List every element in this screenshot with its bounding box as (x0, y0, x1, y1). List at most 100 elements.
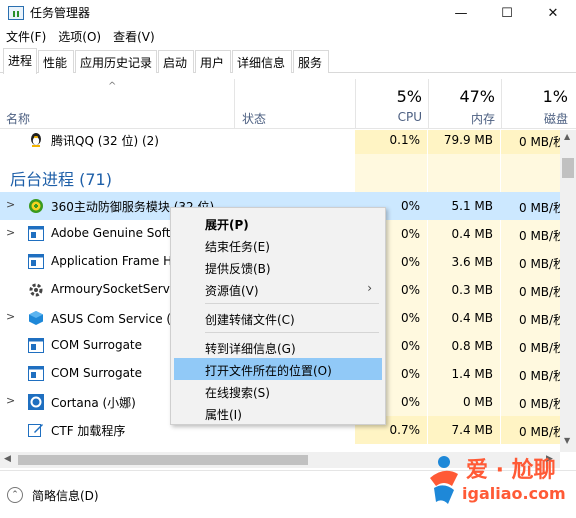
disk-cell: 0 MB/秒 (501, 416, 560, 444)
menu-item-end-task[interactable]: 结束任务(E) (174, 234, 382, 256)
menu-item-properties[interactable]: 属性(I) (174, 402, 382, 424)
group-header: 后台进程 (71) (0, 154, 560, 192)
app-window-icon (28, 226, 44, 241)
chevron-up-icon[interactable]: ⌃ (7, 487, 23, 503)
process-name: 腾讯QQ (32 位) (2) (51, 134, 159, 148)
watermark-brand: 爱 · 尬聊 (466, 458, 556, 483)
ctf-icon (28, 422, 44, 437)
menu-item-label: 资源值(V) (205, 284, 259, 298)
disk-cell: 0 MB/秒 (501, 276, 560, 304)
disk-cell: 0 MB/秒 (501, 248, 560, 276)
menu-divider (205, 332, 379, 333)
process-name: Cortana (小娜) (51, 396, 136, 410)
disk-cell: 0 MB/秒 (501, 304, 560, 332)
vertical-scrollbar[interactable]: ▲ ▼ (560, 130, 576, 452)
expand-chevron-icon[interactable]: > (6, 394, 15, 407)
menu-item-search-online[interactable]: 在线搜索(S) (174, 380, 382, 402)
disk-cell: 0 MB/秒 (501, 130, 560, 154)
window-title: 任务管理器 (30, 6, 91, 20)
cpu-total[interactable]: 5% (356, 87, 422, 106)
memory-cell: 79.9 MB (428, 130, 500, 154)
menu-item-go-to-details[interactable]: 转到详细信息(G) (174, 336, 382, 358)
menu-divider (205, 303, 379, 304)
app-window-icon (28, 366, 44, 381)
menu-bar: 文件(F) 选项(O) 查看(V) (0, 26, 161, 46)
tab-users[interactable]: 用户 (195, 50, 231, 73)
column-divider[interactable] (234, 79, 235, 129)
app-window-icon (28, 254, 44, 269)
process-name: CTF 加载程序 (51, 424, 126, 438)
sort-up-icon: ^ (108, 81, 117, 92)
tab-app-history[interactable]: 应用历史记录 (75, 50, 157, 73)
scroll-left-icon[interactable]: ◀ (4, 454, 11, 464)
column-disk[interactable]: 磁盘 (502, 110, 568, 127)
memory-cell: 0.4 MB (428, 220, 500, 248)
360-icon (28, 198, 44, 213)
cpu-cell: 0.1% (355, 130, 427, 154)
process-name: ArmourySocketServer (51, 282, 183, 296)
menu-view[interactable]: 查看(V) (107, 26, 161, 46)
memory-cell: 0.8 MB (428, 332, 500, 360)
task-manager-icon (8, 6, 24, 20)
cortana-icon (28, 394, 44, 410)
title-bar[interactable]: 任务管理器 — ☐ ✕ (0, 0, 576, 26)
memory-cell: 0.3 MB (428, 276, 500, 304)
tab-bar: 进程 性能 应用历史记录 启动 用户 详细信息 服务 (0, 48, 576, 74)
disk-cell: 0 MB/秒 (501, 220, 560, 248)
disk-cell: 0 MB/秒 (501, 360, 560, 388)
watermark: 爱 · 尬聊 igaliao.com (418, 448, 576, 514)
close-button[interactable]: ✕ (530, 0, 576, 26)
vertical-scroll-thumb[interactable] (562, 158, 574, 178)
memory-total[interactable]: 47% (429, 87, 495, 106)
tab-services[interactable]: 服务 (293, 50, 329, 73)
cpu-cell (355, 154, 427, 192)
tab-processes[interactable]: 进程 (3, 48, 37, 74)
process-name: COM Surrogate (51, 338, 143, 352)
memory-cell: 1.4 MB (428, 360, 500, 388)
expand-chevron-icon[interactable]: > (6, 198, 15, 211)
expand-chevron-icon[interactable]: > (6, 310, 15, 323)
tab-performance[interactable]: 性能 (38, 50, 74, 73)
menu-file[interactable]: 文件(F) (0, 26, 52, 46)
memory-cell: 0 MB (428, 388, 500, 416)
minimize-button[interactable]: — (438, 0, 484, 26)
tab-startup[interactable]: 启动 (158, 50, 194, 73)
memory-cell: 5.1 MB (451, 199, 493, 213)
column-name[interactable]: 名称 (6, 110, 30, 127)
maximize-button[interactable]: ☐ (484, 0, 530, 26)
column-memory[interactable]: 内存 (429, 110, 495, 127)
table-row[interactable]: 腾讯QQ (32 位) (2) 0.1% 79.9 MB 0 MB/秒 (0, 130, 560, 154)
scroll-down-icon[interactable]: ▼ (564, 436, 570, 445)
penguin-icon (28, 132, 44, 147)
disk-cell: 0 MB/秒 (519, 201, 560, 215)
menu-item-resource-values[interactable]: 资源值(V) › (174, 278, 382, 300)
menu-item-expand[interactable]: 展开(P) (174, 212, 382, 234)
watermark-logo-icon (430, 456, 458, 504)
app-window-icon (28, 338, 44, 353)
column-header: ^ 名称 状态 5% CPU 47% 内存 1% 磁盘 (0, 73, 576, 129)
memory-cell (428, 154, 500, 192)
tab-details[interactable]: 详细信息 (232, 50, 292, 73)
disk-cell: 0 MB/秒 (501, 332, 560, 360)
menu-item-feedback[interactable]: 提供反馈(B) (174, 256, 382, 278)
column-status[interactable]: 状态 (242, 110, 266, 127)
menu-item-open-file-location[interactable]: 打开文件所在的位置(O) (174, 358, 382, 380)
group-title: 后台进程 (71) (10, 170, 112, 189)
horizontal-scroll-thumb[interactable] (18, 455, 308, 465)
context-menu: 展开(P) 结束任务(E) 提供反馈(B) 资源值(V) › 创建转储文件(C)… (170, 207, 386, 425)
disk-total[interactable]: 1% (502, 87, 568, 106)
menu-options[interactable]: 选项(O) (52, 26, 107, 46)
memory-cell: 0.4 MB (428, 304, 500, 332)
column-cpu[interactable]: CPU (356, 110, 422, 124)
process-name: COM Surrogate (51, 366, 143, 380)
cube-icon (28, 310, 44, 325)
expand-chevron-icon[interactable]: > (6, 226, 15, 239)
menu-item-create-dump[interactable]: 创建转储文件(C) (174, 307, 382, 329)
gear-icon (28, 282, 44, 297)
watermark-url: igaliao.com (462, 484, 566, 503)
chevron-right-icon: › (367, 281, 372, 295)
scroll-up-icon[interactable]: ▲ (564, 132, 570, 141)
disk-cell (501, 154, 560, 192)
fewer-details-link[interactable]: 简略信息(D) (32, 487, 99, 504)
memory-cell: 3.6 MB (428, 248, 500, 276)
